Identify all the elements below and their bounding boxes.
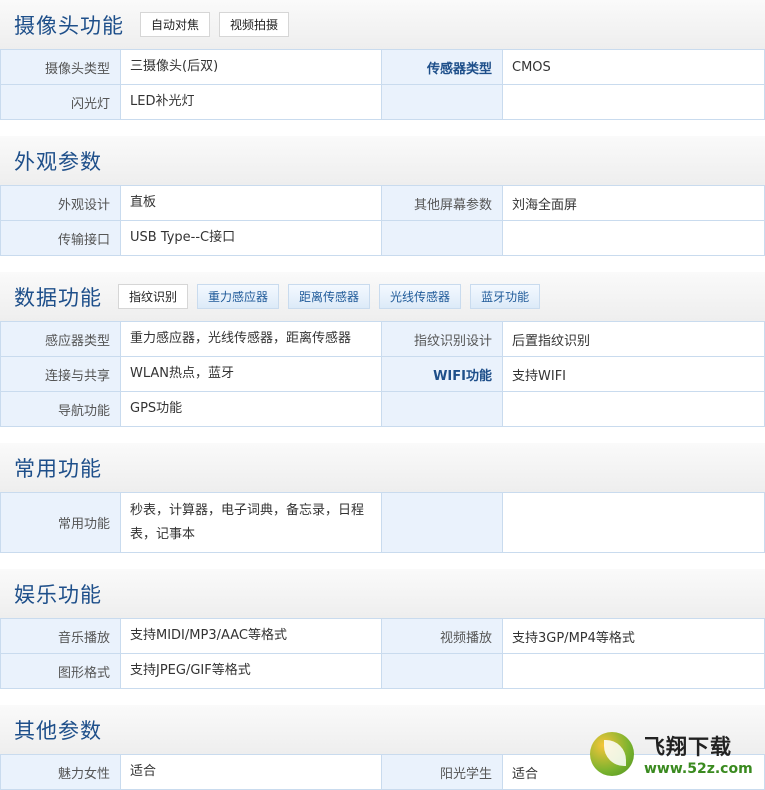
- spec-label: 视频播放: [382, 619, 503, 653]
- spec-value: [503, 493, 765, 552]
- section-title: 其他参数: [14, 718, 102, 743]
- spec-value: 三摄像头(后双): [121, 50, 382, 84]
- section-header: 娱乐功能: [0, 569, 765, 619]
- watermark-name: 飞翔下载: [644, 735, 732, 759]
- spec-section: 娱乐功能音乐播放 支持MIDI/MP3/AAC等格式 视频播放 支持3GP/MP4等格…: [0, 569, 765, 689]
- spec-value: [503, 654, 765, 688]
- spec-section: 外观参数 外观设计 直板 其他屏幕参数 刘海全面屏 传输接口 USB Type--C接口: [0, 136, 765, 256]
- spec-value: 直板: [121, 186, 382, 220]
- table-row: 图形格式 支持JPEG/GIF等格式: [0, 654, 765, 689]
- table-row: 常用功能 秒表，计算器，电子词典，备忘录，日程表，记事本: [0, 493, 765, 553]
- watermark-url: www.52z.com: [644, 761, 753, 777]
- section-header: 摄像头功能 自动对焦 视频拍摄: [0, 0, 765, 50]
- spec-label: 阳光学生: [382, 755, 503, 789]
- spec-value: 支持WIFI: [503, 357, 765, 391]
- feature-tag-button[interactable]: 自动对焦: [140, 12, 211, 37]
- spec-value: 秒表，计算器，电子词典，备忘录，日程表，记事本: [121, 493, 382, 552]
- spec-label[interactable]: 传感器类型: [382, 50, 503, 84]
- section-title: 外观参数: [14, 149, 102, 174]
- table-row: 连接与共享 WLAN热点，蓝牙 WIFI功能 支持WIFI: [0, 357, 765, 392]
- spec-label: [382, 654, 503, 688]
- leaf-logo-icon: [590, 732, 634, 776]
- table-row: 传输接口 USB Type--C接口: [0, 221, 765, 256]
- spec-value: 支持MIDI/MP3/AAC等格式: [121, 619, 382, 653]
- section-header: 外观参数: [0, 136, 765, 186]
- feature-tag-button[interactable]: 视频拍摄: [219, 12, 290, 37]
- feature-tag-button[interactable]: 重力感应器: [197, 284, 280, 309]
- table-row: 闪光灯 LED补光灯: [0, 85, 765, 120]
- spec-value: 重力感应器，光线传感器，距离传感器: [121, 322, 382, 356]
- section-header: 常用功能: [0, 443, 765, 493]
- spec-label: 外观设计: [0, 186, 121, 220]
- section-header: 数据功能 指纹识别 重力感应器 距离传感器 光线传感器 蓝牙功能: [0, 272, 765, 322]
- spec-label: 常用功能: [0, 493, 121, 552]
- spec-label: 连接与共享: [0, 357, 121, 391]
- spec-section: 常用功能 常用功能 秒表，计算器，电子词典，备忘录，日程表，记事本: [0, 443, 765, 553]
- spec-label: 图形格式: [0, 654, 121, 688]
- spec-value: 刘海全面屏: [503, 186, 765, 220]
- spec-section: 摄像头功能 自动对焦 视频拍摄 摄像头类型 三摄像头(后双) 传感器类型 CMOS 闪光灯 LE…: [0, 0, 765, 120]
- section-title: 娱乐功能: [14, 582, 102, 607]
- spec-label: [382, 392, 503, 426]
- spec-label: 音乐播放: [0, 619, 121, 653]
- spec-label: 传输接口: [0, 221, 121, 255]
- spec-value: USB Type--C接口: [121, 221, 382, 255]
- section-title: 摄像头功能: [14, 13, 124, 38]
- spec-value: [503, 85, 765, 119]
- spec-value: 支持3GP/MP4等格式: [503, 619, 765, 653]
- spec-value: LED补光灯: [121, 85, 382, 119]
- spec-value: 支持JPEG/GIF等格式: [121, 654, 382, 688]
- spec-label: [382, 221, 503, 255]
- spec-label: 魅力女性: [0, 755, 121, 789]
- spec-value: 适合: [121, 755, 382, 789]
- spec-label: 其他屏幕参数: [382, 186, 503, 220]
- feature-tag-button[interactable]: 指纹识别: [118, 284, 189, 309]
- table-row: 外观设计 直板 其他屏幕参数 刘海全面屏: [0, 186, 765, 221]
- feature-tag-button[interactable]: 距离传感器: [288, 284, 371, 309]
- spec-label: [382, 85, 503, 119]
- feature-tag-button[interactable]: 蓝牙功能: [470, 284, 541, 309]
- section-title: 常用功能: [14, 456, 102, 481]
- table-row: 导航功能 GPS功能: [0, 392, 765, 427]
- spec-value: CMOS: [503, 50, 765, 84]
- feature-tag-button[interactable]: 光线传感器: [379, 284, 462, 309]
- watermark-logo: 飞翔下载 www.52z.com: [590, 727, 765, 781]
- spec-table: 摄像头功能 自动对焦 视频拍摄 摄像头类型 三摄像头(后双) 传感器类型 CMOS 闪光灯 LE…: [0, 0, 765, 790]
- spec-value: WLAN热点，蓝牙: [121, 357, 382, 391]
- spec-label: [382, 493, 503, 552]
- section-title: 数据功能: [14, 285, 102, 310]
- spec-value: [503, 221, 765, 255]
- spec-label: 摄像头类型: [0, 50, 121, 84]
- spec-value: [503, 392, 765, 426]
- spec-section: 数据功能 指纹识别 重力感应器 距离传感器 光线传感器 蓝牙功能 感应器类型 重力感应器，光线…: [0, 272, 765, 427]
- spec-label: 感应器类型: [0, 322, 121, 356]
- spec-value: 后置指纹识别: [503, 322, 765, 356]
- table-row: 感应器类型 重力感应器，光线传感器，距离传感器 指纹识别设计 后置指纹识别: [0, 322, 765, 357]
- spec-label: 指纹识别设计: [382, 322, 503, 356]
- spec-label: 导航功能: [0, 392, 121, 426]
- table-row: 音乐播放 支持MIDI/MP3/AAC等格式 视频播放 支持3GP/MP4等格式: [0, 619, 765, 654]
- spec-label: 闪光灯: [0, 85, 121, 119]
- spec-label[interactable]: WIFI功能: [382, 357, 503, 391]
- table-row: 摄像头类型 三摄像头(后双) 传感器类型 CMOS: [0, 50, 765, 85]
- spec-value: GPS功能: [121, 392, 382, 426]
